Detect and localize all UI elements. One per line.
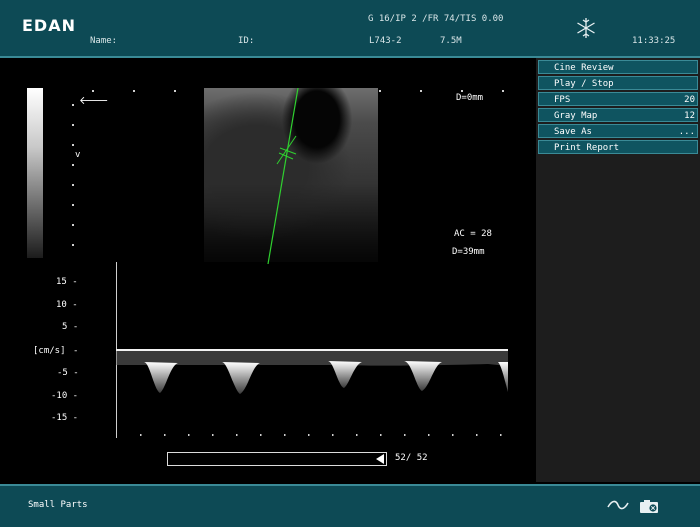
time-tick	[140, 434, 142, 436]
cine-menu: Cine Review Play / Stop FPS 20 Gray Map …	[538, 60, 698, 156]
menu-item-gray-map[interactable]: Gray Map 12	[538, 108, 698, 122]
patient-name-label: Name:	[90, 36, 118, 46]
camera-icon[interactable]	[638, 498, 662, 514]
time-tick	[164, 434, 166, 436]
top-status-bar: EDAN Name: ID: G 16/IP 2 /FR 74/TIS 0.00…	[0, 0, 700, 58]
cine-frame-counter: 52/ 52	[395, 453, 428, 463]
menu-label: Print Report	[554, 143, 620, 153]
time-tick	[236, 434, 238, 436]
menu-item-cine-review[interactable]: Cine Review	[538, 60, 698, 74]
doppler-tick-5: 5 -	[62, 322, 79, 332]
depth-top-readout: D=0mm	[456, 93, 484, 103]
imaging-params: G 16/IP 2 /FR 74/TIS 0.00	[368, 14, 504, 24]
doppler-unit-label: [cm/s]	[33, 346, 66, 356]
time-tick	[500, 434, 502, 436]
ruler-tick	[379, 90, 381, 92]
angle-correction-readout: AC = 28	[454, 229, 492, 239]
menu-label: Play / Stop	[554, 79, 614, 89]
depth-bottom-readout: D=39mm	[452, 247, 485, 257]
ruler-tick	[72, 164, 74, 166]
left-arrow-icon: 🡐	[79, 94, 109, 107]
ruler-tick	[72, 144, 74, 146]
ruler-tick	[72, 184, 74, 186]
ruler-tick	[72, 244, 74, 246]
cine-scrollbar[interactable]	[167, 452, 387, 466]
menu-label: Cine Review	[554, 63, 614, 73]
menu-value: 12	[684, 111, 695, 121]
time-tick	[452, 434, 454, 436]
time-tick	[428, 434, 430, 436]
clock: 11:33:25	[632, 36, 676, 46]
snowflake-icon[interactable]	[576, 17, 596, 39]
patient-id-label: ID:	[238, 36, 255, 46]
menu-item-save-as[interactable]: Save As ...	[538, 124, 698, 138]
probe-model: L743-2	[369, 36, 402, 46]
time-tick	[284, 434, 286, 436]
brand-logo: EDAN	[22, 16, 76, 35]
ruler-tick	[72, 124, 74, 126]
doppler-spectrum	[116, 262, 508, 438]
doppler-tick-neg5: -5 -	[57, 368, 79, 378]
menu-value: 20	[684, 95, 695, 105]
time-tick	[476, 434, 478, 436]
doppler-tick-neg15: -15 -	[51, 413, 79, 423]
tilde-wave-icon[interactable]	[606, 498, 630, 512]
ruler-tick	[502, 90, 504, 92]
cine-current-frame: 52/	[395, 453, 412, 463]
doppler-cursor-line[interactable]	[204, 88, 378, 264]
ruler-tick	[174, 90, 176, 92]
ruler-tick	[461, 90, 463, 92]
menu-value: ...	[678, 127, 695, 137]
menu-item-play-stop[interactable]: Play / Stop	[538, 76, 698, 90]
ruler-tick	[72, 104, 74, 106]
menu-label: FPS	[554, 95, 571, 105]
time-tick	[260, 434, 262, 436]
time-tick	[380, 434, 382, 436]
gray-scale-bar	[27, 88, 43, 258]
ruler-tick	[420, 90, 422, 92]
cine-total-frames: 52	[416, 453, 428, 463]
doppler-tick-10: 10 -	[56, 300, 78, 310]
doppler-tick-15: 15 -	[56, 277, 78, 287]
time-tick	[356, 434, 358, 436]
focus-marker: v	[75, 150, 81, 160]
bottom-status-bar: Small Parts	[0, 484, 700, 527]
menu-label: Gray Map	[554, 111, 598, 121]
ruler-tick	[92, 90, 94, 92]
time-tick	[308, 434, 310, 436]
ruler-tick	[72, 224, 74, 226]
doppler-baseline-tick: -	[73, 346, 79, 356]
menu-item-print-report[interactable]: Print Report	[538, 140, 698, 154]
cine-position-marker[interactable]	[376, 454, 384, 464]
menu-item-fps[interactable]: FPS 20	[538, 92, 698, 106]
time-tick	[188, 434, 190, 436]
ruler-tick	[133, 90, 135, 92]
time-tick	[332, 434, 334, 436]
right-control-panel: Cine Review Play / Stop FPS 20 Gray Map …	[536, 58, 700, 482]
doppler-tick-neg10: -10 -	[51, 391, 79, 401]
exam-preset-label: Small Parts	[28, 500, 88, 510]
time-tick	[212, 434, 214, 436]
ruler-tick	[72, 204, 74, 206]
time-tick	[404, 434, 406, 436]
probe-frequency: 7.5M	[440, 36, 462, 46]
menu-label: Save As	[554, 127, 592, 137]
